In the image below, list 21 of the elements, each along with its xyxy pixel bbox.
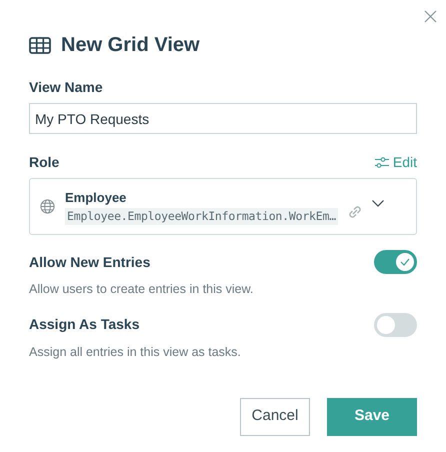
link-icon <box>348 204 362 218</box>
globe-icon <box>40 199 55 214</box>
field-label: View Name <box>29 78 104 97</box>
option-label: Assign As Tasks <box>29 315 140 334</box>
check-icon <box>400 258 410 266</box>
option-label: Allow New Entries <box>29 252 150 272</box>
cancel-button[interactable]: Cancel <box>240 398 310 436</box>
view-name-field[interactable]: My PTO Requests <box>29 103 417 134</box>
grid-icon <box>29 36 51 54</box>
toggle-switch[interactable] <box>374 250 417 274</box>
role-select[interactable]: Employee Employee.EmployeeWorkInformation.WorkEm… <box>29 178 417 235</box>
sliders-icon <box>374 157 389 168</box>
option-description: Allow users to create entries in this view. <box>29 281 254 298</box>
field-label: Role <box>29 153 60 172</box>
option-description: Assign all entries in this view as tasks. <box>29 344 242 361</box>
toggle-switch[interactable] <box>374 312 417 337</box>
dialog-title: New Grid View <box>61 33 200 58</box>
close-icon[interactable] <box>424 10 437 23</box>
role-name: Employee <box>65 188 128 207</box>
chevron-down-icon[interactable] <box>372 200 384 207</box>
role-path: Employee.EmployeeWorkInformation.WorkEm… <box>65 208 338 226</box>
